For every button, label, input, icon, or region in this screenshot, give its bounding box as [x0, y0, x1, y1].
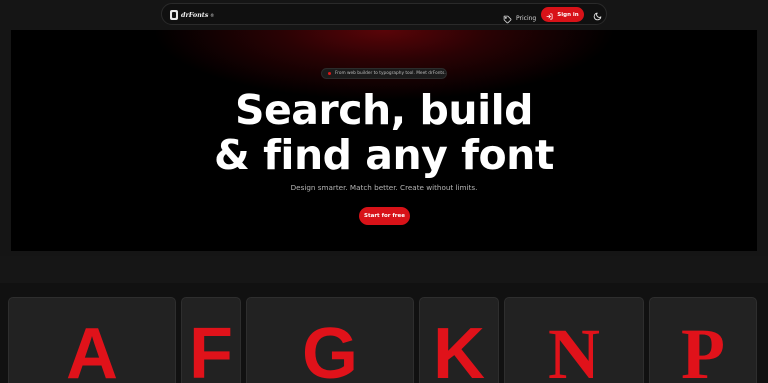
theme-toggle-button[interactable]	[591, 9, 603, 21]
announcement-badge: From web builder to typography tool. Mee…	[321, 68, 447, 79]
glyph-letter: G	[301, 314, 358, 383]
start-for-free-button[interactable]: Start for free	[359, 207, 410, 225]
glyph-card-a[interactable]: A	[8, 297, 176, 383]
drfonts-logo-icon	[170, 10, 178, 20]
hero-title-line-1: Search, build	[234, 86, 534, 134]
glyph-letter: N	[548, 314, 600, 383]
glyph-card-g[interactable]: G	[246, 297, 414, 383]
moon-icon	[593, 6, 602, 25]
glyph-letter: F	[189, 314, 233, 383]
glyph-card-p[interactable]: P	[649, 297, 757, 383]
hero-subtitle: Design smarter. Match better. Create wit…	[290, 183, 478, 192]
announcement-text: From web builder to typography tool. Mee…	[335, 71, 446, 76]
login-arrow-icon	[546, 5, 553, 24]
logo-text: drFonts	[181, 11, 209, 19]
tag-icon	[503, 9, 512, 28]
glyph-card-n[interactable]: N	[504, 297, 644, 383]
glyph-letter: K	[433, 314, 485, 383]
landing-page: drFonts ® Pricing Sign in From web build…	[0, 0, 768, 383]
logo[interactable]: drFonts ®	[170, 8, 214, 22]
glyph-letter: P	[681, 314, 725, 383]
hero-title: Search, build & find any font	[11, 88, 757, 178]
glyph-letter: A	[66, 314, 118, 383]
top-navbar: drFonts ® Pricing Sign in	[161, 3, 607, 25]
hero-section: From web builder to typography tool. Mee…	[11, 30, 757, 251]
registered-mark: ®	[210, 12, 215, 18]
pricing-label: Pricing	[516, 15, 537, 22]
glyph-card-f[interactable]: F	[181, 297, 241, 383]
pricing-link[interactable]: Pricing	[503, 9, 536, 28]
hero-title-line-2: & find any font	[214, 131, 554, 179]
section-divider	[0, 256, 768, 283]
glyph-card-k[interactable]: K	[419, 297, 499, 383]
sign-in-button[interactable]: Sign in	[541, 7, 584, 22]
status-dot-icon	[328, 72, 331, 75]
font-glyph-showcase: A F G K N P	[0, 283, 768, 383]
sign-in-label: Sign in	[557, 11, 579, 18]
